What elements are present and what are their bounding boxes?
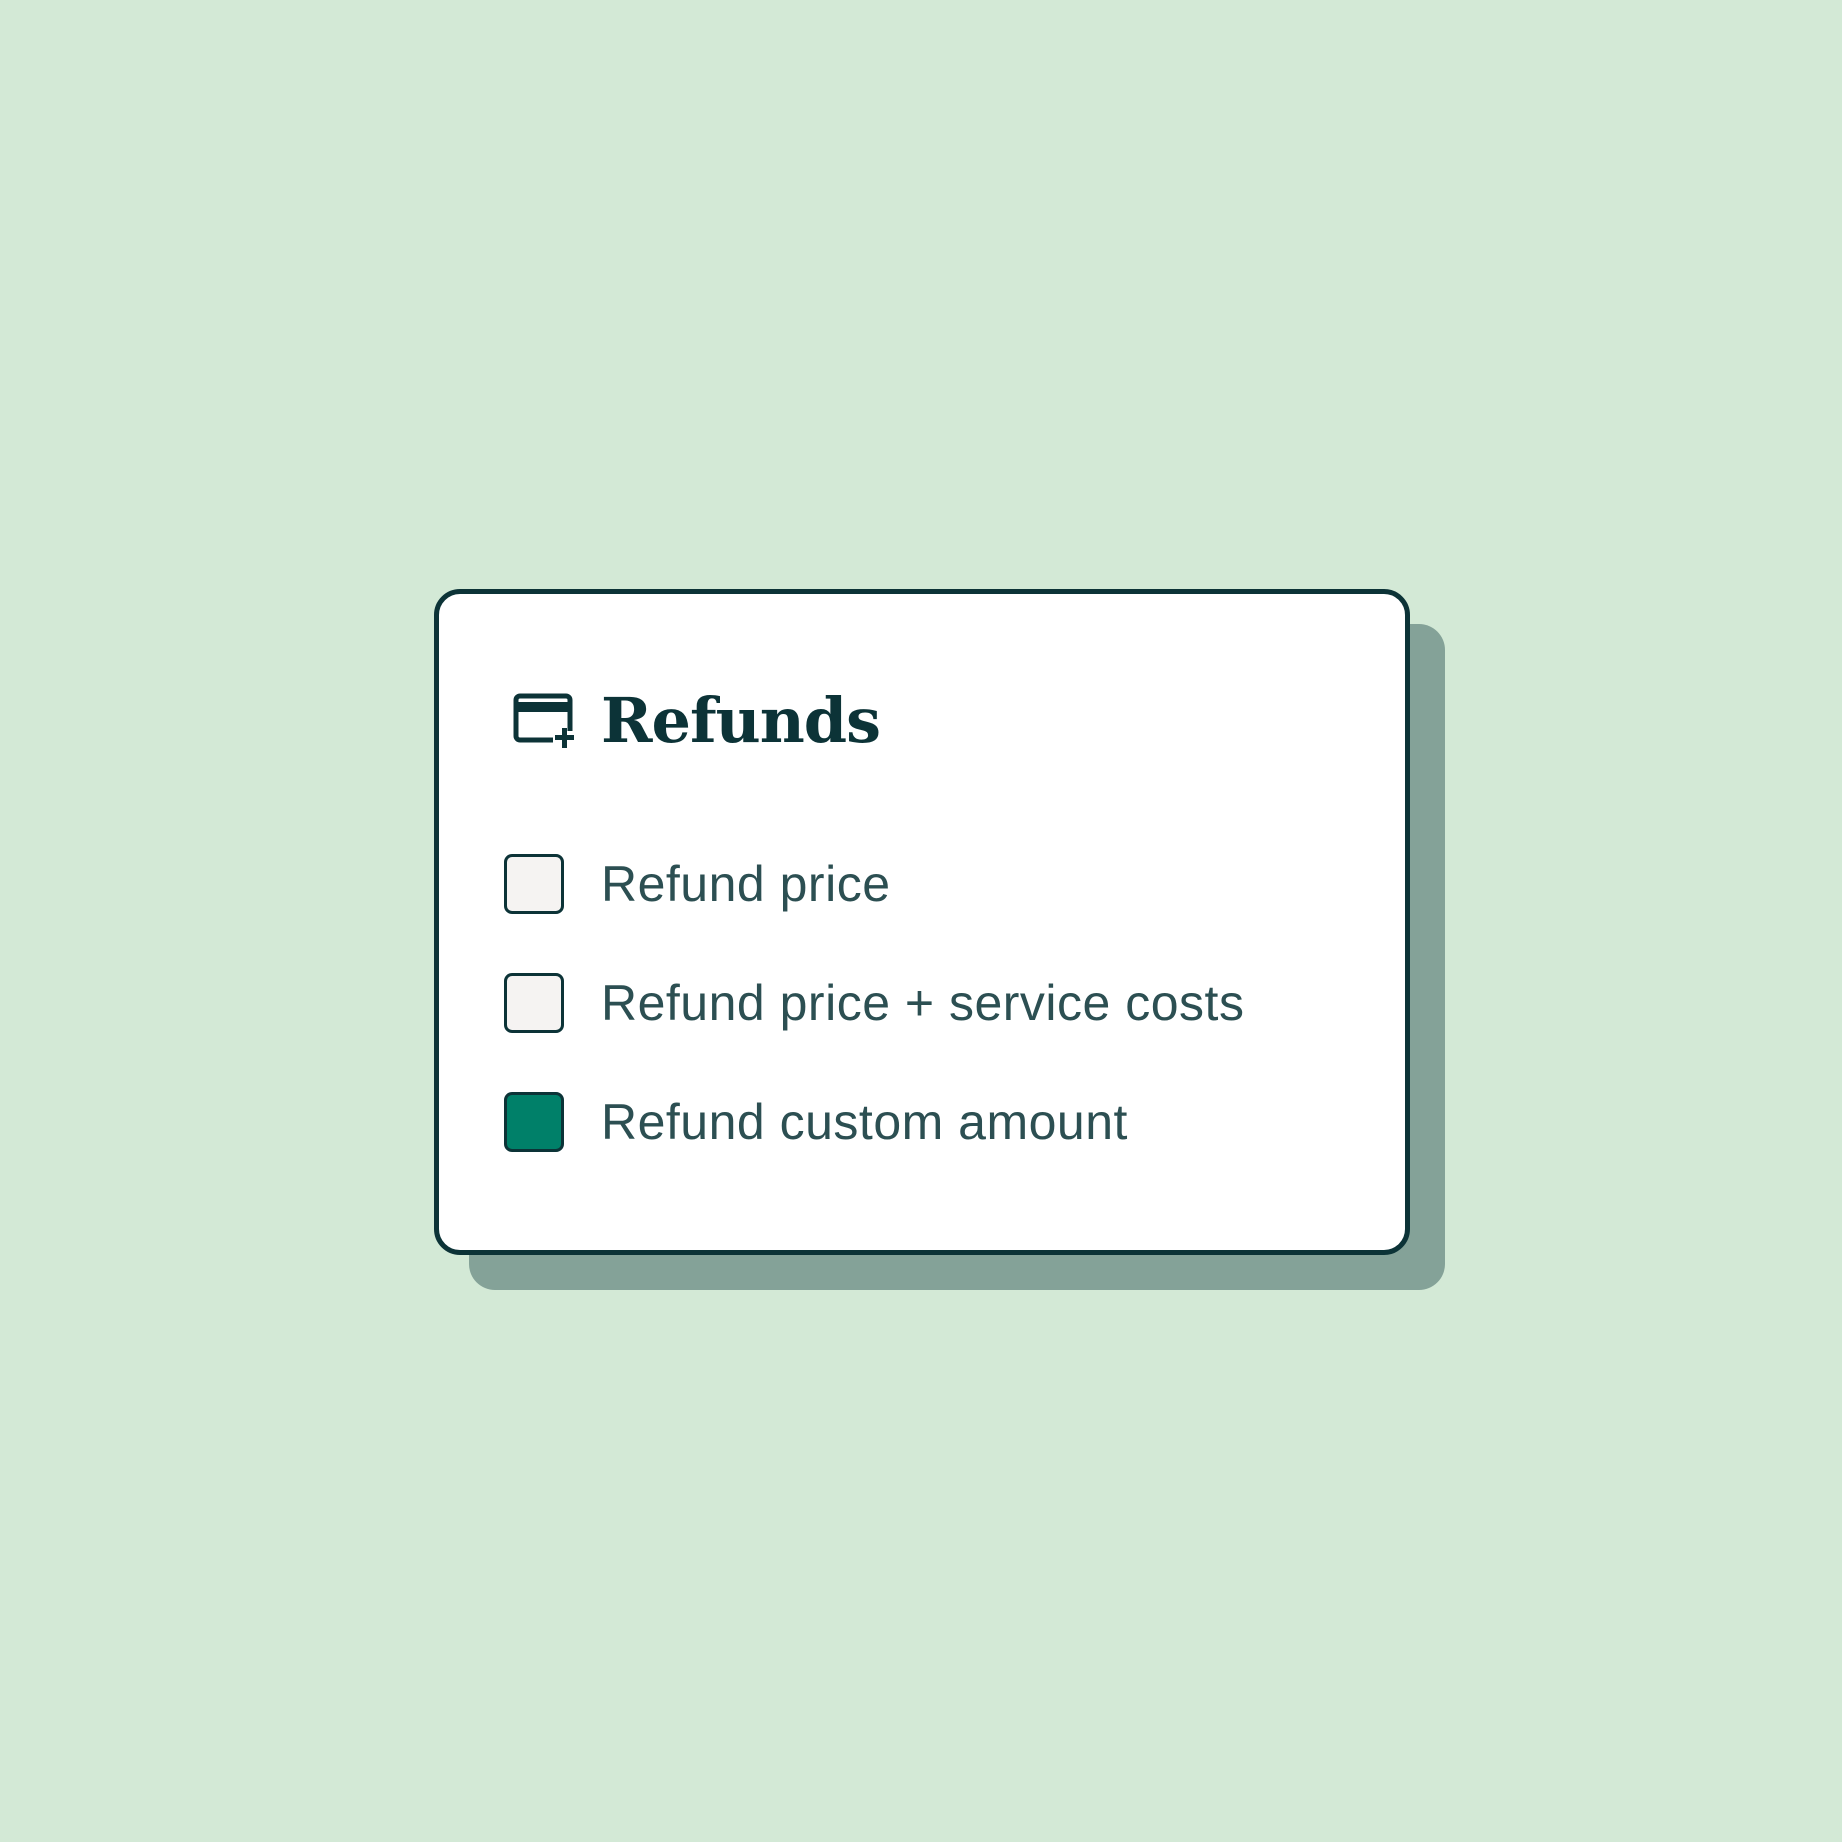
card-title: Refunds bbox=[601, 684, 881, 757]
option-refund-price[interactable]: Refund price bbox=[504, 854, 1244, 914]
option-label: Refund price + service costs bbox=[601, 975, 1245, 1031]
refund-price-service-costs-checkbox[interactable] bbox=[504, 973, 564, 1033]
refund-custom-amount-checkbox[interactable] bbox=[504, 1092, 564, 1152]
option-label: Refund price bbox=[601, 856, 891, 912]
refund-options-list: Refund price Refund price + service cost… bbox=[504, 854, 1244, 1152]
refunds-card: Refunds Refund price Refund price + serv… bbox=[434, 589, 1410, 1255]
option-label: Refund custom amount bbox=[601, 1094, 1128, 1150]
refund-price-checkbox[interactable] bbox=[504, 854, 564, 914]
credit-card-plus-icon bbox=[513, 693, 577, 748]
card-header: Refunds bbox=[513, 684, 881, 757]
option-refund-custom-amount[interactable]: Refund custom amount bbox=[504, 1092, 1244, 1152]
option-refund-price-service-costs[interactable]: Refund price + service costs bbox=[504, 973, 1244, 1033]
